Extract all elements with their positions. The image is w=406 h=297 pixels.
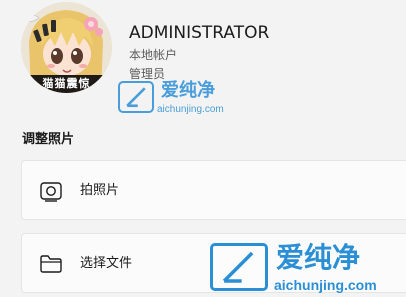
account-role: 管理员	[129, 67, 166, 81]
watermark-brand-text: 爱纯净	[161, 80, 215, 101]
choose-file-label: 选择文件	[80, 256, 133, 271]
watermark-url-text: aichunjing.com	[157, 104, 224, 115]
take-photo-option[interactable]: 拍照片	[21, 160, 406, 220]
user-name: ADMINISTRATOR	[129, 23, 270, 43]
folder-icon	[39, 253, 63, 275]
user-avatar: 猫猫震惊	[21, 2, 112, 93]
watermark-logo-icon	[118, 81, 154, 113]
account-type: 本地帐户	[129, 48, 178, 62]
camera-icon	[39, 180, 63, 202]
choose-file-option[interactable]: 选择文件	[21, 233, 406, 293]
section-title-adjust-photo: 调整照片	[22, 132, 75, 147]
avatar-caption-text: 猫猫震惊	[21, 75, 112, 93]
take-photo-label: 拍照片	[80, 183, 120, 198]
watermark-small: 爱纯净 aichunjing.com	[113, 77, 253, 121]
